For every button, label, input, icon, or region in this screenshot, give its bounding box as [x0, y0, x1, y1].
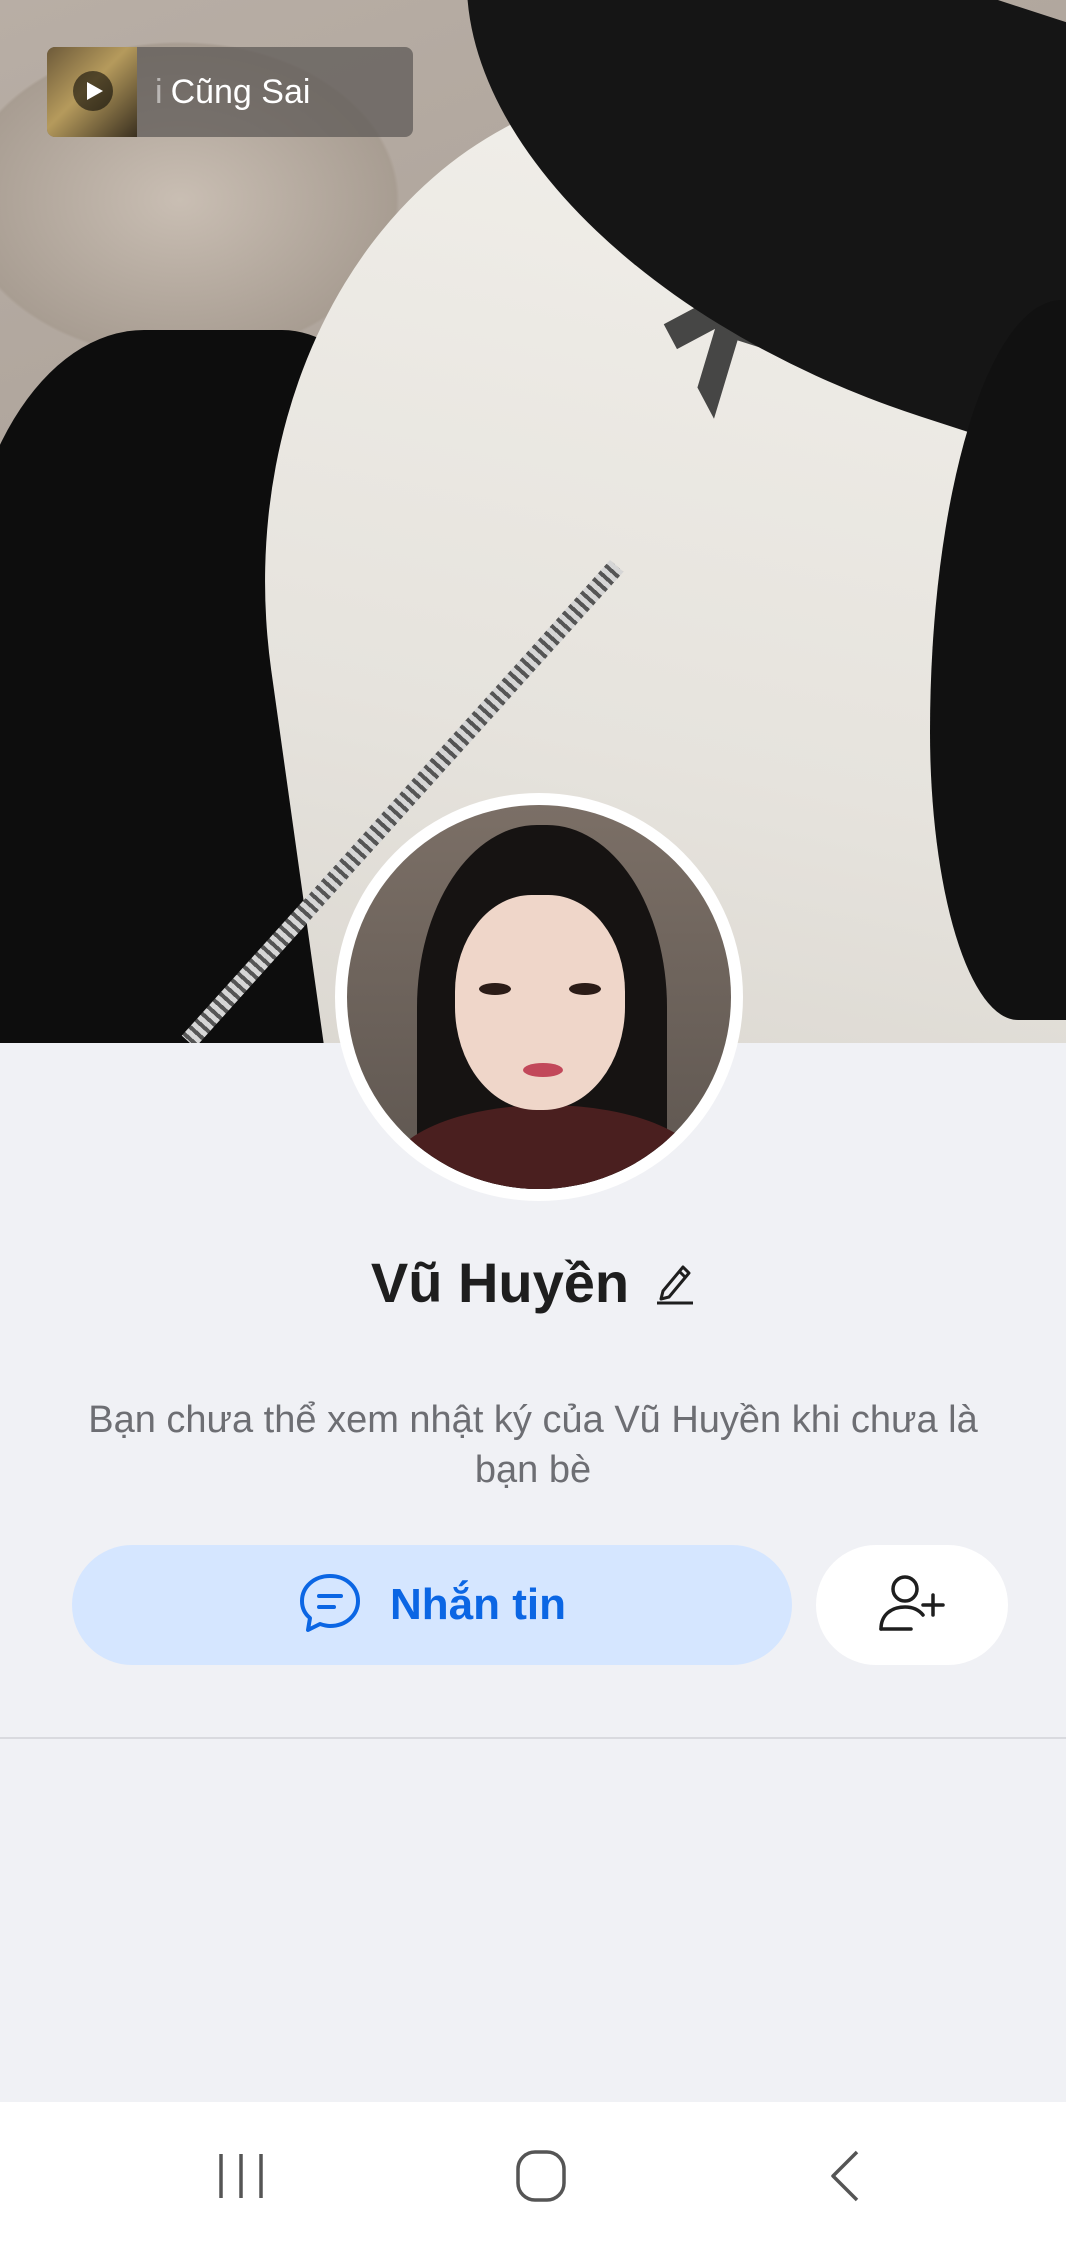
avatar-eye-right — [569, 983, 601, 995]
music-title-prefix: i — [155, 72, 163, 111]
avatar-photo — [347, 805, 731, 1189]
home-icon[interactable] — [512, 2148, 572, 2204]
avatar-eye-left — [479, 983, 511, 995]
back-icon[interactable] — [817, 2148, 877, 2204]
pencil-icon[interactable] — [655, 1259, 695, 1305]
music-title-text: Cũng Sai — [170, 72, 311, 111]
message-button[interactable]: Nhắn tin — [72, 1545, 792, 1665]
profile-music-chip[interactable]: i Cũng Sai — [47, 47, 413, 137]
profile-name: Vũ Huyền — [370, 1250, 630, 1314]
add-friend-button[interactable] — [816, 1545, 1008, 1665]
chat-bubble-icon — [298, 1572, 362, 1639]
avatar[interactable] — [335, 793, 743, 1201]
avatar-face — [455, 895, 625, 1110]
system-nav-bar — [0, 2102, 1066, 2248]
message-button-label: Nhắn tin — [390, 1580, 566, 1629]
section-divider — [0, 1737, 1066, 1739]
play-icon[interactable] — [73, 71, 113, 111]
music-thumbnail — [47, 47, 137, 137]
music-title: i Cũng Sai — [137, 73, 310, 112]
recent-apps-icon[interactable] — [211, 2148, 271, 2204]
add-user-icon — [877, 1573, 947, 1638]
privacy-note: Bạn chưa thể xem nhật ký của Vũ Huyền kh… — [88, 1399, 978, 1491]
profile-name-row: Vũ Huyền — [0, 1240, 1066, 1324]
avatar-lips — [523, 1063, 563, 1077]
